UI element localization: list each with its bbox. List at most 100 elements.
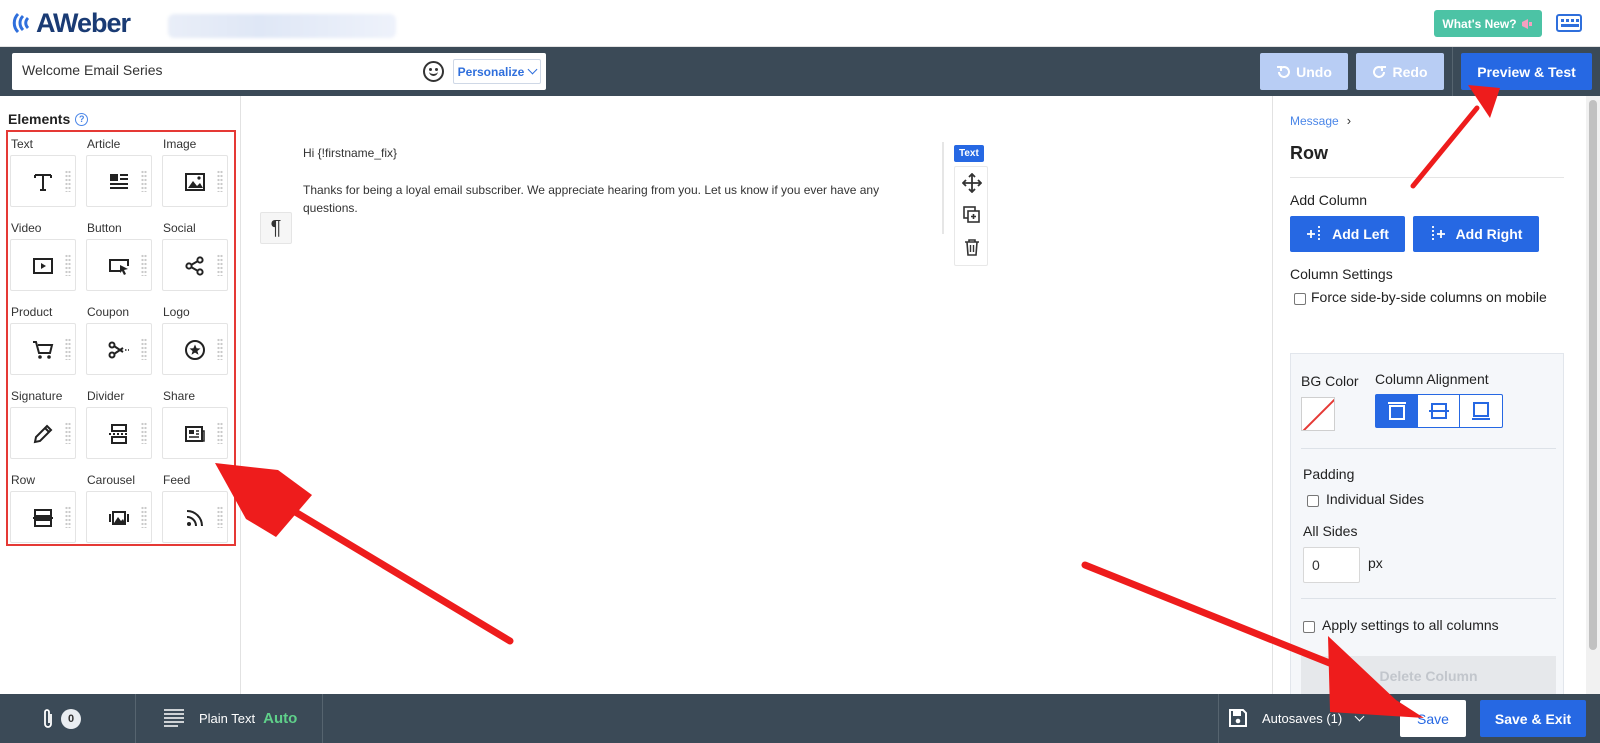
preview-test-button[interactable]: Preview & Test xyxy=(1461,53,1592,90)
top-brand-bar: AWeber What's New? xyxy=(0,0,1600,47)
drag-handle[interactable] xyxy=(141,254,147,276)
drag-handle[interactable] xyxy=(141,506,147,528)
drag-handle[interactable] xyxy=(65,170,71,192)
bg-color-swatch[interactable] xyxy=(1301,397,1335,431)
email-canvas[interactable]: ¶ Hi {!firstname_fix} Thanks for being a… xyxy=(241,96,1272,694)
element-video[interactable]: Video xyxy=(8,216,78,300)
subject-input[interactable] xyxy=(22,62,402,78)
paragraph-format-button[interactable]: ¶ xyxy=(260,212,292,244)
element-text[interactable]: Text xyxy=(8,132,78,216)
divider-icon xyxy=(109,424,129,444)
padding-input[interactable] xyxy=(1303,547,1360,583)
element-tile[interactable] xyxy=(86,323,152,375)
chevron-down-icon xyxy=(1354,711,1365,721)
drag-handle[interactable] xyxy=(141,170,147,192)
element-tile[interactable] xyxy=(162,407,228,459)
element-label: Feed xyxy=(163,473,191,487)
scrollbar[interactable] xyxy=(1586,96,1600,694)
add-right-button[interactable]: Add Right xyxy=(1413,216,1539,252)
padding-label: Padding xyxy=(1303,466,1355,482)
element-tile[interactable] xyxy=(86,239,152,291)
add-column-right-icon xyxy=(1431,226,1445,242)
element-tile[interactable] xyxy=(86,155,152,207)
elements-title: Elements ? xyxy=(8,111,89,127)
scrollbar-thumb[interactable] xyxy=(1589,100,1597,650)
element-feed[interactable]: Feed xyxy=(160,468,230,552)
align-top-icon xyxy=(1388,402,1406,420)
element-tile[interactable] xyxy=(10,155,76,207)
add-left-button[interactable]: Add Left xyxy=(1290,216,1405,252)
element-carousel[interactable]: Carousel xyxy=(84,468,154,552)
element-tile[interactable] xyxy=(162,491,228,543)
drag-handle[interactable] xyxy=(65,338,71,360)
element-logo[interactable]: Logo xyxy=(160,300,230,384)
drag-handle[interactable] xyxy=(217,422,223,444)
element-tile[interactable] xyxy=(10,491,76,543)
undo-label: Undo xyxy=(1296,63,1332,80)
subject-field[interactable]: Personalize xyxy=(12,53,546,90)
autosaves-dropdown[interactable]: Autosaves (1) xyxy=(1228,708,1365,728)
element-tile[interactable] xyxy=(86,491,152,543)
move-icon[interactable] xyxy=(961,172,983,194)
delete-icon[interactable] xyxy=(962,237,982,257)
duplicate-icon[interactable] xyxy=(962,205,982,225)
element-image[interactable]: Image xyxy=(160,132,230,216)
whats-new-label: What's New? xyxy=(1442,16,1517,31)
drag-handle[interactable] xyxy=(141,422,147,444)
element-tile[interactable] xyxy=(10,323,76,375)
drag-handle[interactable] xyxy=(65,422,71,444)
editor-toolbar: Personalize Undo Redo Preview & Test xyxy=(0,47,1600,96)
element-tile[interactable] xyxy=(162,155,228,207)
element-tile[interactable] xyxy=(162,239,228,291)
element-label: Share xyxy=(163,389,196,403)
email-text-block[interactable]: Hi {!firstname_fix} Thanks for being a l… xyxy=(303,144,903,236)
plain-text-toggle[interactable]: Plain Text Auto xyxy=(163,708,297,728)
drag-handle[interactable] xyxy=(217,170,223,192)
emoji-icon[interactable] xyxy=(423,61,444,82)
element-article[interactable]: Article xyxy=(84,132,154,216)
help-icon[interactable]: ? xyxy=(75,112,89,126)
redo-icon xyxy=(1372,65,1386,78)
align-bottom-icon xyxy=(1472,402,1490,420)
element-tile[interactable] xyxy=(162,323,228,375)
save-exit-button[interactable]: Save & Exit xyxy=(1480,700,1586,737)
breadcrumb-message-link[interactable]: Message xyxy=(1290,114,1339,128)
delete-column-button[interactable]: Delete Column xyxy=(1301,656,1556,695)
element-coupon[interactable]: Coupon xyxy=(84,300,154,384)
drag-handle[interactable] xyxy=(141,338,147,360)
element-tile[interactable] xyxy=(10,239,76,291)
element-divider[interactable]: Divider xyxy=(84,384,154,468)
whats-new-button[interactable]: What's New? xyxy=(1434,10,1542,37)
element-tile[interactable] xyxy=(86,407,152,459)
drag-handle[interactable] xyxy=(217,506,223,528)
drag-handle[interactable] xyxy=(217,254,223,276)
element-social[interactable]: Social xyxy=(160,216,230,300)
apply-all-checkbox[interactable] xyxy=(1303,621,1315,633)
drag-handle[interactable] xyxy=(65,254,71,276)
keyboard-shortcuts-icon[interactable] xyxy=(1556,14,1582,32)
article-icon xyxy=(110,174,128,189)
save-button[interactable]: Save xyxy=(1400,700,1466,737)
status-divider xyxy=(135,694,136,743)
element-row[interactable]: Row xyxy=(8,468,78,552)
element-label: Video xyxy=(11,221,42,235)
element-share[interactable]: Share xyxy=(160,384,230,468)
element-product[interactable]: Product xyxy=(8,300,78,384)
aweber-logo[interactable]: AWeber xyxy=(12,8,131,38)
element-tile[interactable] xyxy=(10,407,76,459)
individual-sides-checkbox[interactable] xyxy=(1307,495,1319,507)
personalize-dropdown[interactable]: Personalize xyxy=(453,59,541,84)
element-signature[interactable]: Signature xyxy=(8,384,78,468)
align-middle-option[interactable] xyxy=(1418,395,1460,427)
drag-handle[interactable] xyxy=(217,338,223,360)
email-body[interactable]: Thanks for being a loyal email subscribe… xyxy=(303,181,903,217)
element-button[interactable]: Button xyxy=(84,216,154,300)
align-bottom-option[interactable] xyxy=(1460,395,1502,427)
drag-handle[interactable] xyxy=(65,506,71,528)
email-greeting[interactable]: Hi {!firstname_fix} xyxy=(303,144,903,162)
button-icon xyxy=(109,259,129,275)
attachments-button[interactable]: 0 xyxy=(41,708,81,730)
redo-button[interactable]: Redo xyxy=(1356,53,1444,90)
undo-button[interactable]: Undo xyxy=(1260,53,1348,90)
align-top-option[interactable] xyxy=(1376,395,1418,427)
